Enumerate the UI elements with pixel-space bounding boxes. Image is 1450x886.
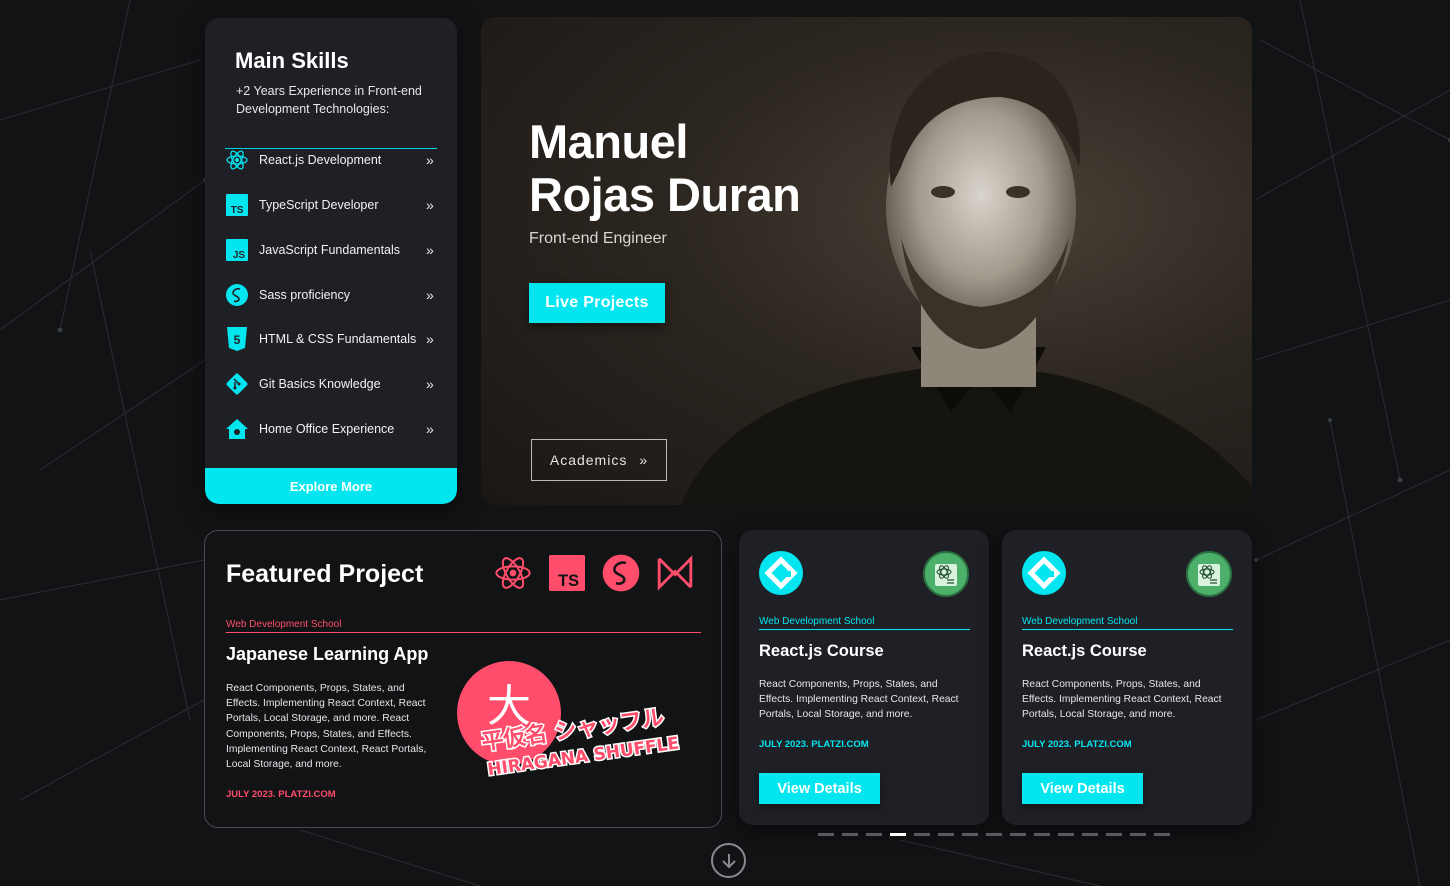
- pagination-dot[interactable]: [842, 833, 858, 836]
- skill-label: JavaScript Fundamentals: [259, 243, 401, 257]
- pagination-dot[interactable]: [818, 833, 834, 836]
- platzi-logo-icon: [1022, 551, 1066, 595]
- scroll-down-button[interactable]: [711, 843, 746, 878]
- typescript-icon: TS: [225, 193, 249, 217]
- pagination-dot[interactable]: [1130, 833, 1146, 836]
- git-icon: [225, 372, 249, 396]
- view-details-button[interactable]: View Details: [1022, 773, 1143, 804]
- profile-photo: [681, 52, 1252, 505]
- pagination-dot[interactable]: [938, 833, 954, 836]
- academics-button[interactable]: Academics »: [531, 439, 667, 481]
- featured-project-card[interactable]: Featured Project TS Web Development Scho…: [204, 530, 722, 828]
- chevron-right-icon: »: [426, 152, 434, 168]
- skills-title: Main Skills: [235, 48, 349, 73]
- course-card: Web Development School React.js Course R…: [739, 530, 989, 825]
- course-date: JULY 2023. PLATZI.COM: [759, 739, 869, 750]
- maze-logo-icon: [655, 553, 695, 593]
- hero-name-line2: Rojas Duran: [529, 168, 801, 221]
- chevron-right-icon: »: [426, 287, 434, 303]
- skill-item-sass[interactable]: Sass proficiency »: [225, 280, 440, 310]
- pagination-dot[interactable]: [962, 833, 978, 836]
- course-title: React.js Course: [1022, 642, 1147, 660]
- pagination-dot[interactable]: [1058, 833, 1074, 836]
- chevron-right-icon: »: [426, 421, 434, 437]
- explore-more-button[interactable]: Explore More: [205, 468, 457, 504]
- pagination-dot[interactable]: [1106, 833, 1122, 836]
- sass-icon: [225, 283, 249, 307]
- pagination-dot[interactable]: [986, 833, 1002, 836]
- svg-text:TS: TS: [558, 572, 579, 590]
- featured-description: React Components, Props, States, and Eff…: [226, 683, 427, 771]
- chevron-right-icon: »: [639, 452, 649, 468]
- course-description: React Components, Props, States, and Eff…: [759, 679, 959, 721]
- react-icon: [225, 148, 249, 172]
- pagination-dot[interactable]: [1034, 833, 1050, 836]
- view-details-button[interactable]: View Details: [759, 773, 880, 804]
- skill-item-html-css[interactable]: 5 HTML & CSS Fundamentals »: [225, 324, 440, 354]
- hero-role: Front-end Engineer: [529, 230, 667, 247]
- chevron-right-icon: »: [426, 331, 434, 347]
- typescript-icon: TS: [547, 553, 587, 593]
- hero-name: Manuel Rojas Duran: [529, 115, 801, 221]
- hiragana-shuffle-logo: 大 平仮名 シャッフル HIRAGANA SHUFFLE: [457, 661, 682, 781]
- skills-subtitle: +2 Years Experience in Front-end Develop…: [236, 84, 422, 116]
- react-certificate-badge-icon: [1186, 551, 1232, 597]
- pagination-dot[interactable]: [914, 833, 930, 836]
- skill-label: Home Office Experience: [259, 422, 395, 436]
- pagination-dot[interactable]: [1082, 833, 1098, 836]
- chevron-right-icon: »: [426, 376, 434, 392]
- skill-item-home-office[interactable]: Home Office Experience »: [225, 414, 440, 444]
- skills-panel: Main Skills +2 Years Experience in Front…: [205, 18, 457, 504]
- chevron-right-icon: »: [426, 197, 434, 213]
- platzi-logo-icon: [759, 551, 803, 595]
- javascript-icon: JS: [225, 238, 249, 262]
- react-certificate-badge-icon: [923, 551, 969, 597]
- skill-item-git[interactable]: Git Basics Knowledge »: [225, 369, 440, 399]
- pagination-dot[interactable]: [890, 833, 906, 836]
- course-description: React Components, Props, States, and Eff…: [1022, 679, 1222, 721]
- hero-card: Manuel Rojas Duran Front-end Engineer Li…: [481, 17, 1252, 505]
- html5-icon: 5: [225, 327, 249, 351]
- course-divider: [759, 629, 970, 630]
- course-school: Web Development School: [759, 616, 875, 627]
- tech-icons: TS: [493, 553, 695, 593]
- pagination-dot[interactable]: [1010, 833, 1026, 836]
- course-date: JULY 2023. PLATZI.COM: [1022, 739, 1132, 750]
- hero-name-line1: Manuel: [529, 115, 688, 168]
- skill-item-javascript[interactable]: JS JavaScript Fundamentals »: [225, 235, 440, 265]
- carousel-pagination: [818, 833, 1170, 836]
- chevron-right-icon: »: [426, 242, 434, 258]
- course-divider: [1022, 629, 1233, 630]
- home-icon: [225, 417, 249, 441]
- react-icon: [493, 553, 533, 593]
- skill-item-react[interactable]: React.js Development »: [225, 145, 440, 175]
- featured-school: Web Development School: [226, 619, 342, 630]
- featured-divider: [226, 632, 701, 633]
- academics-label: Academics: [549, 452, 628, 468]
- skill-label: Sass proficiency: [259, 288, 351, 302]
- sass-icon: [601, 553, 641, 593]
- featured-date: JULY 2023. PLATZI.COM: [226, 789, 336, 800]
- course-card: Web Development School React.js Course R…: [1002, 530, 1252, 825]
- skill-label: React.js Development: [259, 153, 382, 167]
- skill-label: TypeScript Developer: [259, 198, 379, 212]
- live-projects-button[interactable]: Live Projects: [529, 283, 665, 323]
- svg-text:JS: JS: [233, 250, 246, 261]
- course-school: Web Development School: [1022, 616, 1138, 627]
- skill-label: HTML & CSS Fundamentals: [259, 332, 417, 346]
- pagination-dot[interactable]: [1154, 833, 1170, 836]
- svg-text:5: 5: [234, 333, 241, 347]
- course-title: React.js Course: [759, 642, 884, 660]
- svg-text:TS: TS: [231, 205, 244, 216]
- featured-project-title: Japanese Learning App: [226, 644, 429, 664]
- skill-label: Git Basics Knowledge: [259, 377, 381, 391]
- featured-title: Featured Project: [226, 560, 424, 588]
- skill-item-typescript[interactable]: TS TypeScript Developer »: [225, 190, 440, 220]
- arrow-down-icon: [721, 853, 736, 868]
- pagination-dot[interactable]: [866, 833, 882, 836]
